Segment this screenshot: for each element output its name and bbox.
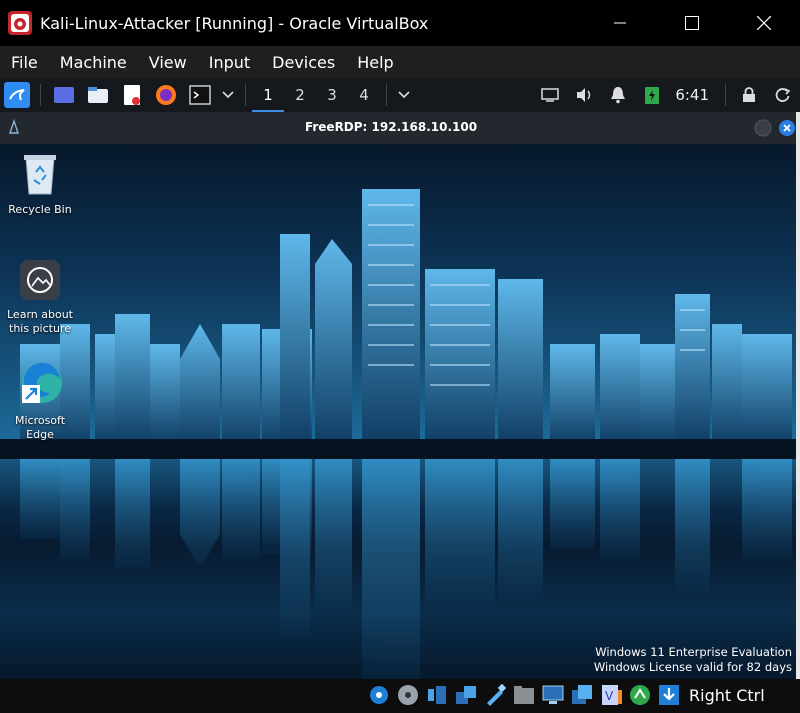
close-icon[interactable] — [778, 119, 796, 141]
file-manager-icon[interactable] — [85, 82, 111, 108]
system-tray: 6:41 — [533, 78, 800, 112]
freerdp-titlebar: FreeRDP: 192.168.10.100 — [0, 112, 800, 144]
menu-bar: File Machine View Input Devices Help — [0, 46, 800, 78]
menu-view[interactable]: View — [138, 53, 198, 72]
panel-clock[interactable]: 6:41 — [675, 86, 709, 104]
chevron-down-icon[interactable] — [397, 82, 411, 108]
host-key-label[interactable]: Right Ctrl — [689, 686, 765, 705]
panel-separator — [725, 84, 726, 106]
panel-separator — [386, 84, 387, 106]
notification-icon[interactable] — [605, 82, 631, 108]
panel-separator — [245, 84, 246, 106]
virtualbox-app-icon — [7, 10, 33, 36]
chevron-down-icon[interactable] — [221, 82, 235, 108]
workspace-4[interactable]: 4 — [348, 78, 380, 112]
virtualbox-status-bar: V Right Ctrl — [0, 679, 800, 713]
title-bar: Kali-Linux-Attacker [Running] - Oracle V… — [0, 0, 800, 46]
kali-menu-icon[interactable] — [4, 82, 30, 108]
close-icon — [757, 16, 771, 30]
workspace-3[interactable]: 3 — [316, 78, 348, 112]
desktop-icon-learn-about-picture[interactable]: Learn about this picture — [4, 259, 76, 336]
guest-additions-icon[interactable]: V — [600, 683, 622, 707]
close-button[interactable] — [728, 0, 800, 46]
terminal-icon[interactable] — [187, 82, 213, 108]
optical-drive-icon[interactable] — [397, 683, 419, 707]
svg-text:V: V — [605, 689, 614, 703]
mouse-integration-icon[interactable] — [629, 683, 651, 707]
volume-icon[interactable] — [571, 82, 597, 108]
lock-icon[interactable] — [736, 82, 762, 108]
text-editor-icon[interactable] — [119, 82, 145, 108]
panel-separator — [40, 84, 41, 106]
menu-devices[interactable]: Devices — [261, 53, 346, 72]
display-icon[interactable] — [542, 683, 564, 707]
audio-icon[interactable] — [426, 683, 448, 707]
maximize-icon — [685, 16, 699, 30]
windows-evaluation-watermark: Windows 11 Enterprise Evaluation Windows… — [594, 645, 792, 675]
maximize-button[interactable] — [656, 0, 728, 46]
hard-disk-icon[interactable] — [368, 683, 390, 707]
network-icon[interactable] — [455, 683, 477, 707]
workspace-1[interactable]: 1 — [252, 78, 284, 112]
menu-input[interactable]: Input — [198, 53, 261, 72]
desktop-icon-label: Learn about this picture — [7, 308, 73, 335]
minimize-icon[interactable] — [754, 119, 772, 141]
window-title: Kali-Linux-Attacker [Running] - Oracle V… — [40, 13, 429, 33]
status-icons: V Right Ctrl — [368, 683, 765, 707]
battery-icon[interactable] — [639, 82, 665, 108]
shared-folder-icon[interactable] — [513, 683, 535, 707]
firefox-icon[interactable] — [153, 82, 179, 108]
minimize-icon — [614, 22, 626, 24]
recycle-bin-icon — [24, 155, 56, 195]
freerdp-title: FreeRDP: 192.168.10.100 — [304, 120, 478, 134]
virtualbox-window: Kali-Linux-Attacker [Running] - Oracle V… — [0, 0, 800, 713]
recording-icon[interactable] — [571, 683, 593, 707]
remote-desktop[interactable]: Recycle Bin Learn about this picture Mic… — [0, 144, 796, 679]
edge-icon — [22, 362, 62, 403]
desktop-icon-label: Microsoft Edge — [14, 414, 66, 441]
desktop-icon-label: Recycle Bin — [8, 203, 72, 216]
menu-help[interactable]: Help — [346, 53, 404, 72]
power-icon[interactable] — [770, 82, 796, 108]
watermark-line-1: Windows 11 Enterprise Evaluation — [595, 645, 792, 659]
kali-top-panel: 1 2 3 4 6:41 — [0, 78, 800, 112]
download-icon[interactable] — [658, 683, 680, 707]
desktop-icon-recycle-bin[interactable]: Recycle Bin — [4, 152, 76, 217]
usb-icon[interactable] — [484, 683, 506, 707]
desktop-icon-microsoft-edge[interactable]: Microsoft Edge — [4, 359, 76, 442]
minimize-button[interactable] — [584, 0, 656, 46]
city-skyline-wallpaper — [0, 189, 796, 679]
menu-file[interactable]: File — [0, 53, 49, 72]
learn-about-picture-icon — [20, 260, 60, 300]
display-icon[interactable] — [537, 82, 563, 108]
menu-machine[interactable]: Machine — [49, 53, 138, 72]
watermark-line-2: Windows License valid for 82 days — [593, 660, 792, 674]
desktop-icon[interactable] — [51, 82, 77, 108]
workspace-2[interactable]: 2 — [284, 78, 316, 112]
window-controls — [584, 0, 800, 46]
host-background-strip — [796, 112, 800, 679]
